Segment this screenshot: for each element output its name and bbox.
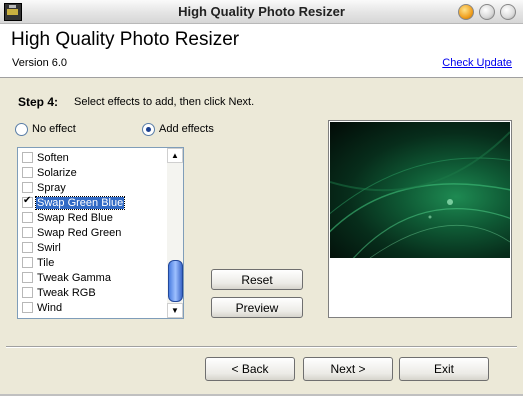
checkbox-unchecked-icon[interactable] <box>22 152 33 163</box>
header-panel: High Quality Photo Resizer Version 6.0 C… <box>0 24 523 78</box>
list-item[interactable]: Tile <box>18 255 166 270</box>
preview-swirl-graphic <box>330 131 510 258</box>
radio-checked-icon[interactable] <box>142 122 155 136</box>
list-item[interactable]: Swap Red Blue <box>18 210 166 225</box>
effects-list: SoftenSolarizeSpraySwap Green BlueSwap R… <box>18 150 166 315</box>
list-item-label: Swap Red Blue <box>37 211 113 224</box>
minimize-icon[interactable] <box>458 4 474 20</box>
list-item-label: Swap Red Green <box>37 226 122 239</box>
close-icon[interactable] <box>500 4 516 20</box>
checkbox-unchecked-icon[interactable] <box>22 227 33 238</box>
checkbox-unchecked-icon[interactable] <box>22 212 33 223</box>
list-item[interactable]: Soften <box>18 150 166 165</box>
next-button[interactable]: Next > <box>303 357 393 381</box>
preview-panel <box>328 120 512 318</box>
checkbox-unchecked-icon[interactable] <box>22 272 33 283</box>
list-item[interactable]: Swap Red Green <box>18 225 166 240</box>
list-item[interactable]: Swap Green Blue <box>18 195 166 210</box>
list-item[interactable]: Tweak RGB <box>18 285 166 300</box>
list-item[interactable]: Tweak Gamma <box>18 270 166 285</box>
reset-button[interactable]: Reset <box>211 269 303 290</box>
radio-unchecked-icon[interactable] <box>15 122 28 136</box>
version-label: Version 6.0 <box>12 57 68 69</box>
checkbox-checked-icon[interactable] <box>22 195 33 208</box>
preview-image <box>330 122 510 258</box>
list-item[interactable]: Swirl <box>18 240 166 255</box>
list-scrollbar[interactable]: ▲ ▼ <box>167 148 183 318</box>
app-heading: High Quality Photo Resizer <box>11 29 240 50</box>
no-effect-label: No effect <box>32 123 76 135</box>
step-title: Step 4: <box>18 95 59 109</box>
scroll-down-icon[interactable]: ▼ <box>167 303 183 318</box>
checkbox-unchecked-icon[interactable] <box>22 182 33 193</box>
step-description: Select effects to add, then click Next. <box>74 96 255 108</box>
effects-listbox[interactable]: SoftenSolarizeSpraySwap Green BlueSwap R… <box>17 147 184 319</box>
checkbox-unchecked-icon[interactable] <box>22 242 33 253</box>
list-item[interactable]: Wind <box>18 300 166 315</box>
list-item-label: Soften <box>37 151 69 164</box>
no-effect-radio[interactable]: No effect <box>15 122 76 136</box>
checkbox-unchecked-icon[interactable] <box>22 167 33 178</box>
checkbox-unchecked-icon[interactable] <box>22 257 33 268</box>
bottom-divider <box>6 346 517 348</box>
title-bar[interactable]: High Quality Photo Resizer <box>0 0 523 24</box>
list-item-label: Tweak Gamma <box>37 271 111 284</box>
list-item-label: Swap Green Blue <box>34 195 126 210</box>
scroll-thumb[interactable] <box>168 260 183 302</box>
list-item-label: Wind <box>37 301 63 314</box>
list-item[interactable]: Spray <box>18 180 166 195</box>
scroll-up-icon[interactable]: ▲ <box>167 148 183 163</box>
back-button[interactable]: < Back <box>205 357 295 381</box>
checkbox-unchecked-icon[interactable] <box>22 302 33 313</box>
exit-button[interactable]: Exit <box>399 357 489 381</box>
add-effects-label: Add effects <box>159 123 214 135</box>
list-item-label: Tile <box>37 256 55 269</box>
window-title: High Quality Photo Resizer <box>178 4 345 19</box>
checkbox-unchecked-icon[interactable] <box>22 287 33 298</box>
list-item-label: Solarize <box>37 166 77 179</box>
preview-button[interactable]: Preview <box>211 297 303 318</box>
list-item[interactable]: Solarize <box>18 165 166 180</box>
maximize-icon[interactable] <box>479 4 495 20</box>
list-item-label: Spray <box>37 181 66 194</box>
check-update-link[interactable]: Check Update <box>442 57 512 69</box>
add-effects-radio[interactable]: Add effects <box>142 122 214 136</box>
list-item-label: Tweak RGB <box>37 286 96 299</box>
list-item-label: Swirl <box>37 241 61 254</box>
